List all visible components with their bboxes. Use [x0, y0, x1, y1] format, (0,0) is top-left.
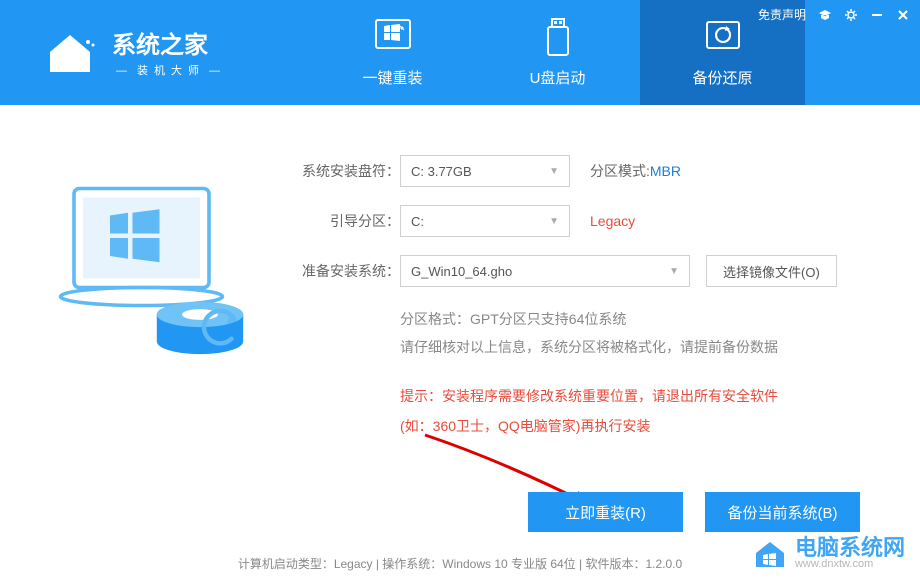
logo-title: 系统之家 — [112, 25, 230, 60]
reinstall-button[interactable]: 立即重装(R) — [528, 492, 683, 532]
tabs: 一键重装 U盘启动 备份还原 — [310, 0, 805, 105]
watermark-title: 电脑系统网 — [795, 537, 905, 559]
drive-select[interactable]: C: 3.77GB ▼ — [400, 155, 570, 187]
free-statement-link[interactable]: 免责声明 — [758, 6, 806, 23]
warning-line2: (如：360卫士，QQ电脑管家)再执行安装 — [400, 411, 870, 441]
header: 系统之家 装机大师 一键重装 U盘启动 备份还原 免责声明 — [0, 0, 920, 105]
windows-icon — [371, 17, 415, 57]
usb-icon — [536, 17, 580, 57]
minimize-icon[interactable] — [870, 8, 884, 22]
restore-icon — [701, 17, 745, 57]
laptop-disk-illustration-icon — [45, 175, 265, 355]
drive-label: 系统安装盘符： — [290, 161, 400, 181]
watermark-url: www.dnxtw.com — [795, 559, 905, 570]
window-controls: 免责声明 — [758, 6, 910, 23]
warning-line1: 提示：安装程序需要修改系统重要位置，请退出所有安全软件 — [400, 381, 870, 411]
system-label: 准备安装系统： — [290, 261, 400, 281]
drive-row: 系统安装盘符： C: 3.77GB ▼ 分区模式: MBR — [290, 155, 870, 187]
watermark: 电脑系统网 www.dnxtw.com — [753, 537, 905, 570]
chevron-down-icon: ▼ — [669, 266, 679, 277]
system-select[interactable]: G_Win10_64.gho ▼ — [400, 255, 690, 287]
backup-button[interactable]: 备份当前系统(B) — [705, 492, 860, 532]
warning-text: 提示：安装程序需要修改系统重要位置，请退出所有安全软件 (如：360卫士，QQ电… — [400, 381, 870, 441]
graduation-icon[interactable] — [818, 8, 832, 22]
action-buttons: 立即重装(R) 备份当前系统(B) — [528, 492, 860, 532]
info-line2: 请仔细核对以上信息，系统分区将被格式化，请提前备份数据 — [400, 333, 870, 361]
watermark-logo-icon — [753, 539, 787, 569]
illustration — [0, 155, 290, 441]
system-row: 准备安装系统： G_Win10_64.gho ▼ 选择镜像文件(O) — [290, 255, 870, 287]
house-logo-icon — [40, 27, 100, 77]
logo-area: 系统之家 装机大师 — [0, 0, 250, 78]
chevron-down-icon: ▼ — [549, 166, 559, 177]
logo-subtitle: 装机大师 — [112, 62, 230, 78]
tab-usb-boot[interactable]: U盘启动 — [475, 0, 640, 105]
partition-mode-value: MBR — [650, 163, 681, 179]
boot-select[interactable]: C: ▼ — [400, 205, 570, 237]
boot-type: Legacy — [590, 213, 635, 229]
form-area: 系统安装盘符： C: 3.77GB ▼ 分区模式: MBR 引导分区： C: ▼… — [290, 155, 920, 441]
choose-file-button[interactable]: 选择镜像文件(O) — [706, 255, 837, 287]
boot-label: 引导分区： — [290, 211, 400, 231]
info-text: 分区格式：GPT分区只支持64位系统 请仔细核对以上信息，系统分区将被格式化，请… — [400, 305, 870, 361]
chevron-down-icon: ▼ — [549, 216, 559, 227]
partition-mode-label: 分区模式: — [590, 161, 650, 181]
content: 系统安装盘符： C: 3.77GB ▼ 分区模式: MBR 引导分区： C: ▼… — [0, 105, 920, 441]
info-line1: 分区格式：GPT分区只支持64位系统 — [400, 305, 870, 333]
tab-reinstall[interactable]: 一键重装 — [310, 0, 475, 105]
gear-icon[interactable] — [844, 8, 858, 22]
close-icon[interactable] — [896, 8, 910, 22]
boot-row: 引导分区： C: ▼ Legacy — [290, 205, 870, 237]
